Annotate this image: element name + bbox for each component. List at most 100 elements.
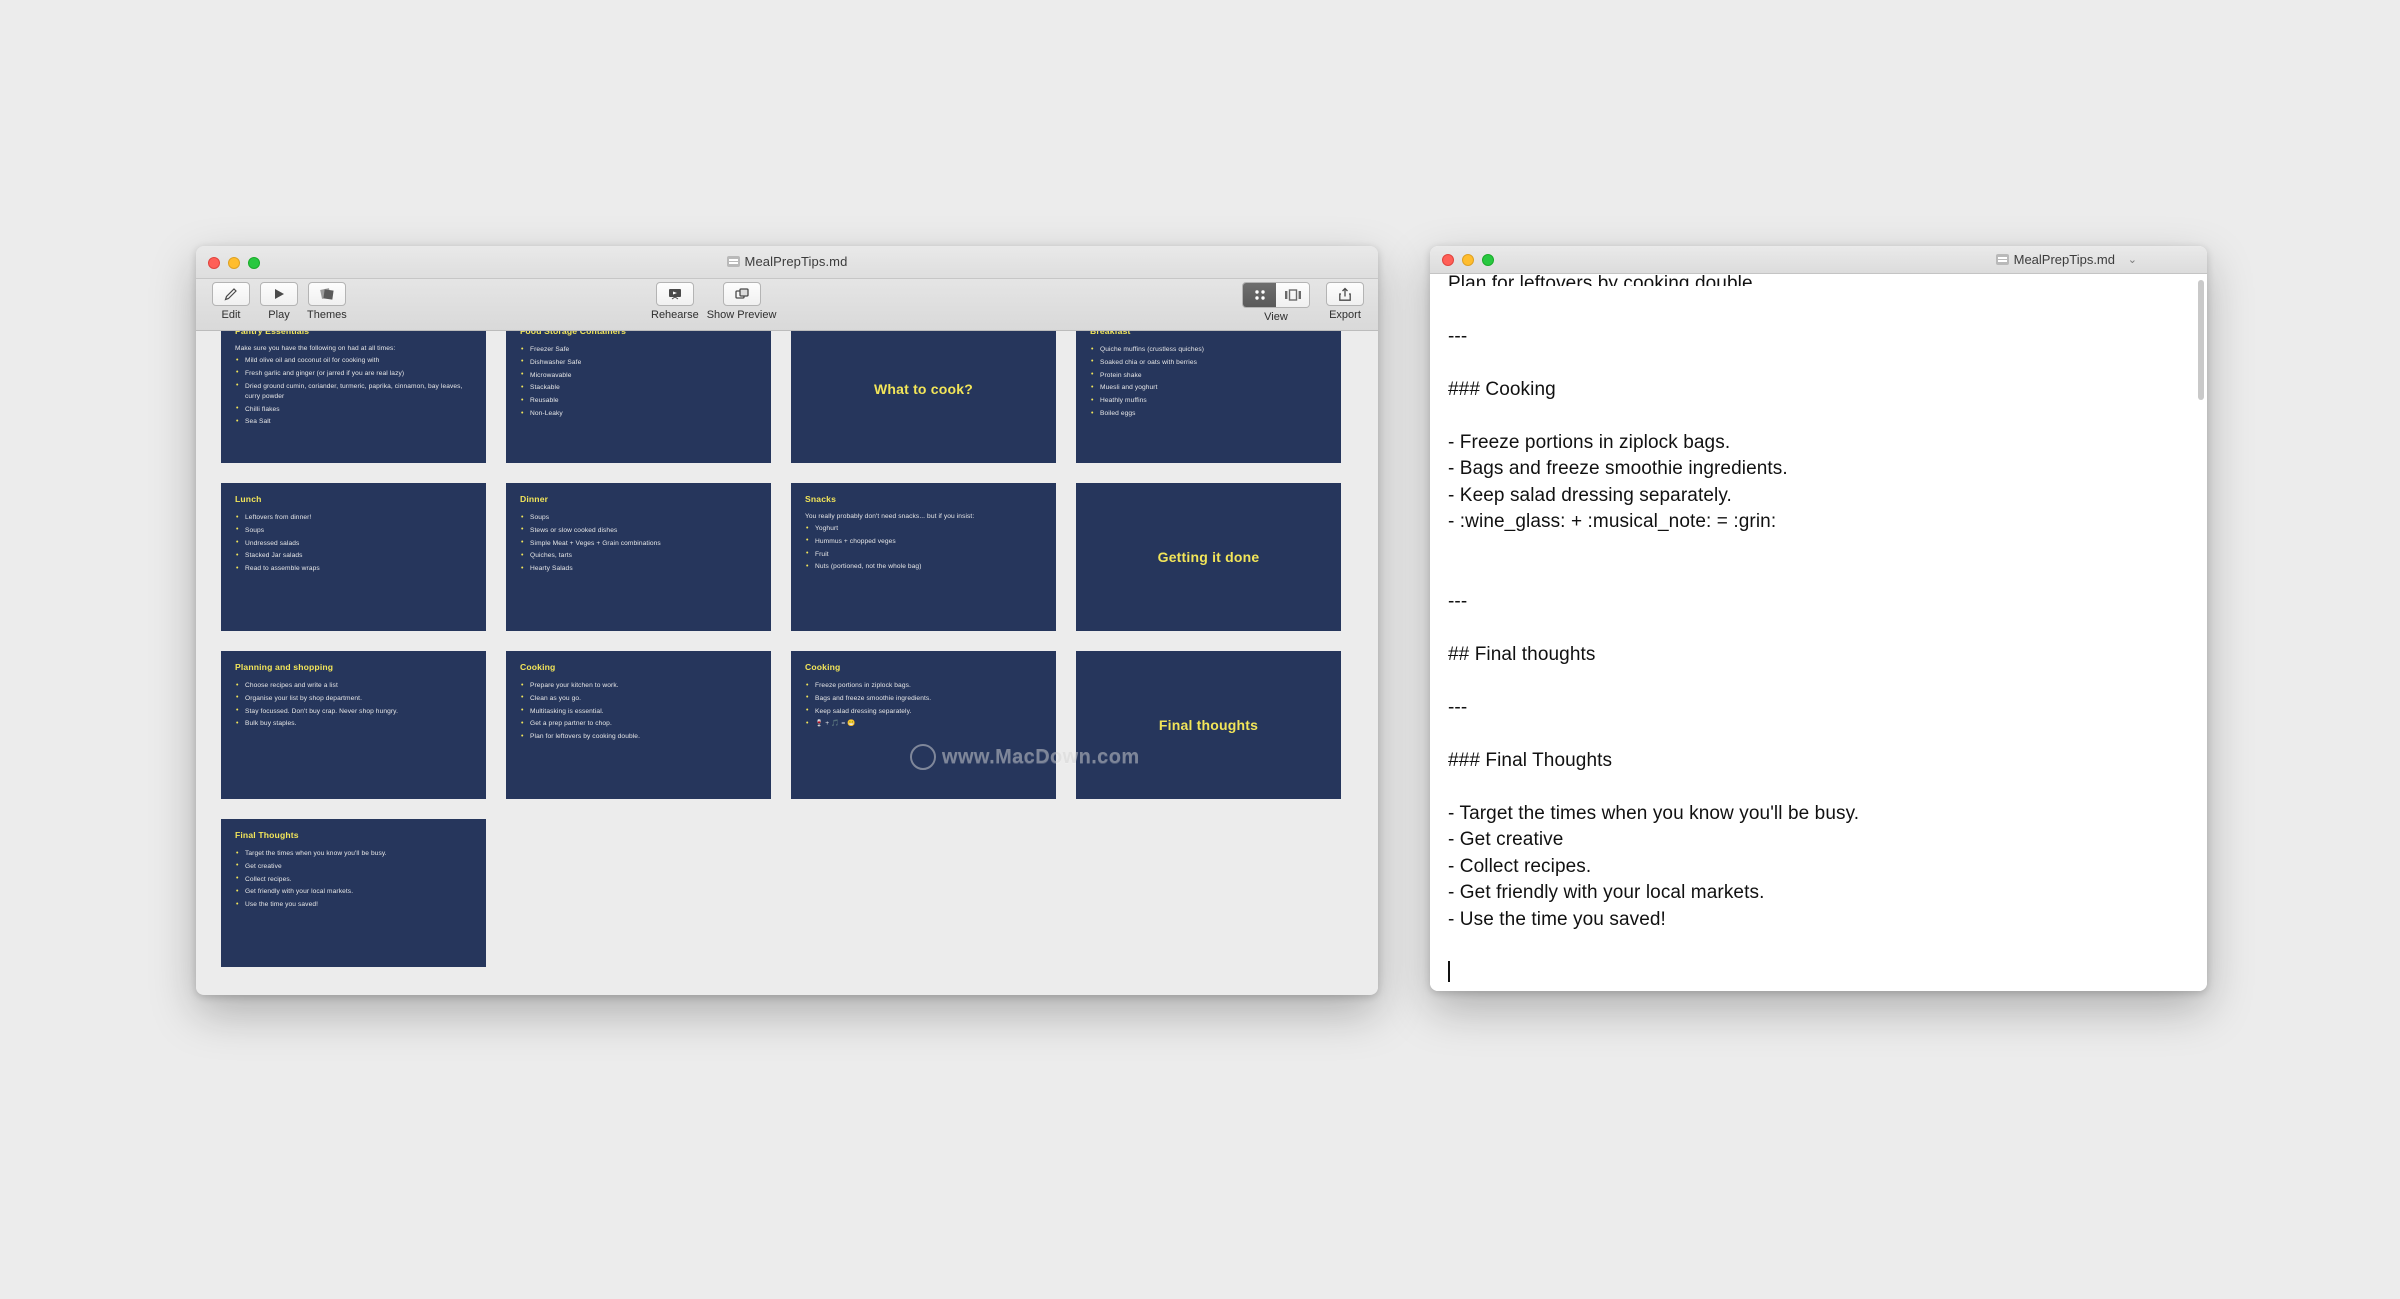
markdown-file-icon [1995,254,2009,265]
list-item: Reusable [520,396,757,407]
slide-bullet-list: Leftovers from dinner! Soups Undressed s… [235,512,472,574]
slide-intro: You really probably don't need snacks...… [805,513,975,520]
chevron-down-icon[interactable]: ⌄ [2128,253,2137,266]
slides-canvas[interactable]: Pantry Essentials Make sure you have the… [196,331,1378,994]
list-item: Freezer Safe [520,344,757,355]
play-button-label: Play [268,309,290,321]
list-item: Hearty Salads [520,564,757,575]
list-item: Stews or slow cooked dishes [520,525,757,536]
list-item: Multitasking is essential. [520,706,757,717]
export-button[interactable]: Export [1326,282,1364,321]
list-item: Soaked chia or oats with berries [1090,357,1327,368]
editor-blank-line [1448,562,2193,589]
editor-blank-line [1448,350,2193,377]
slide-card[interactable]: Planning and shopping Choose recipes and… [221,651,486,799]
editor-scrollbar[interactable] [2198,280,2204,400]
list-item: Boiled eggs [1090,409,1327,420]
themes-icon [307,282,346,306]
slide-card[interactable]: Final Thoughts Target the times when you… [221,819,486,967]
editor-blank-line [1448,668,2193,695]
toolbar-middle-group: Rehearse Show Preview [651,282,776,321]
slide-card[interactable]: Breakfast Quiche muffins (crustless quic… [1076,331,1341,463]
list-item: Use the time you saved! [235,900,472,911]
rehearse-button[interactable]: Rehearse [651,282,699,321]
view-control[interactable]: View [1242,282,1310,323]
list-item: Dishwasher Safe [520,357,757,368]
slide-card[interactable]: What to cook? [791,331,1056,463]
macdown-editor-window: MealPrepTips.md ⌄ Plan for leftovers by … [1430,246,2207,991]
list-item: Prepare your kitchen to work. [520,680,757,691]
text-caret [1448,960,1450,982]
slide-card[interactable]: Final thoughts [1076,651,1341,799]
slide-card[interactable]: Pantry Essentials Make sure you have the… [221,331,486,463]
list-item: Quiche muffins (crustless quiches) [1090,344,1327,355]
list-item: Keep salad dressing separately. [805,706,1042,717]
slide-card[interactable]: Getting it done [1076,483,1341,631]
slide-card[interactable]: Lunch Leftovers from dinner! Soups Undre… [221,483,486,631]
list-item: Leftovers from dinner! [235,512,472,523]
close-button[interactable] [1442,254,1454,266]
editor-blank-line [1448,721,2193,748]
slide-title: Final Thoughts [235,830,299,840]
editor-caret-line [1448,960,2193,987]
editor-blank-line [1448,297,2193,324]
list-item: Get creative [235,861,472,872]
zoom-button[interactable] [1482,254,1494,266]
preview-toolbar: Edit Play Themes Rehearse Show Preview V… [196,279,1378,331]
toolbar-left-group: Edit Play Themes [211,282,347,321]
list-item: Dried ground cumin, coriander, turmeric,… [235,381,472,402]
slide-card[interactable]: Food Storage Containers Freezer Safe Dis… [506,331,771,463]
markdown-file-icon [726,256,740,267]
preview-title-text: MealPrepTips.md [744,254,848,269]
share-export-icon [1326,282,1364,306]
single-slide-icon[interactable] [1276,283,1309,307]
editor-line: - Use the time you saved! [1448,908,1666,930]
play-button[interactable]: Play [259,282,299,321]
list-item: Soups [235,525,472,536]
markdown-text-editor[interactable]: Plan for leftovers by cooking double. --… [1430,274,2207,991]
editor-line: - Freeze portions in ziplock bags. [1448,431,1731,453]
list-item: Sea Salt [235,417,472,428]
list-item: Undressed salads [235,538,472,549]
editor-blank-line [1448,933,2193,960]
editor-line: - Collect recipes. [1448,855,1592,877]
editor-blank-line [1448,615,2193,642]
list-item: Protein shake [1090,370,1327,381]
export-button-label: Export [1329,309,1361,321]
editor-line: --- [1448,590,1468,612]
editor-line: - Bags and freeze smoothie ingredients. [1448,458,1788,479]
list-item: Soups [520,512,757,523]
list-item: Freeze portions in ziplock bags. [805,680,1042,691]
slide-title: Breakfast [1090,331,1131,336]
edit-button[interactable]: Edit [211,282,251,321]
slide-title: Cooking [520,662,556,672]
slide-bullet-list: Freeze portions in ziplock bags. Bags an… [805,680,1042,730]
list-item: Fresh garlic and ginger (or jarred if yo… [235,368,472,379]
editor-line: --- [1448,325,1468,347]
list-item: Stacked Jar salads [235,551,472,562]
slide-card[interactable]: Cooking Freeze portions in ziplock bags.… [791,651,1056,799]
list-item: Organise your list by shop department. [235,693,472,704]
grid-view-icon[interactable] [1243,283,1276,307]
themes-button[interactable]: Themes [307,282,347,321]
show-preview-button[interactable]: Show Preview [707,282,776,321]
editor-line: - Get friendly with your local markets. [1448,882,1765,903]
slide-bullet-list: Yoghurt Hummus + chopped veges Fruit Nut… [805,523,1042,573]
list-item: Simple Meat + Veges + Grain combinations [520,538,757,549]
desktop-background: MealPrepTips.md Edit Play Themes Rehears… [0,0,2400,1299]
list-item: Non-Leaky [520,409,757,420]
list-item: Stay focussed. Don't buy crap. Never sho… [235,706,472,717]
slide-card[interactable]: Snacks You really probably don't need sn… [791,483,1056,631]
list-item: Mild olive oil and coconut oil for cooki… [235,355,472,366]
slide-bullet-list: Mild olive oil and coconut oil for cooki… [235,355,472,428]
list-item: Stackable [520,383,757,394]
slide-title: Dinner [520,494,549,504]
list-item: Heathly muffins [1090,396,1327,407]
slide-title: Pantry Essentials [235,331,310,336]
slide-card[interactable]: Dinner Soups Stews or slow cooked dishes… [506,483,771,631]
slides-grid: Pantry Essentials Make sure you have the… [221,331,1341,967]
minimize-button[interactable] [1462,254,1474,266]
slide-card[interactable]: Cooking Prepare your kitchen to work. Cl… [506,651,771,799]
editor-window-title: MealPrepTips.md [1995,252,2115,267]
editor-window-controls[interactable] [1442,254,1494,266]
